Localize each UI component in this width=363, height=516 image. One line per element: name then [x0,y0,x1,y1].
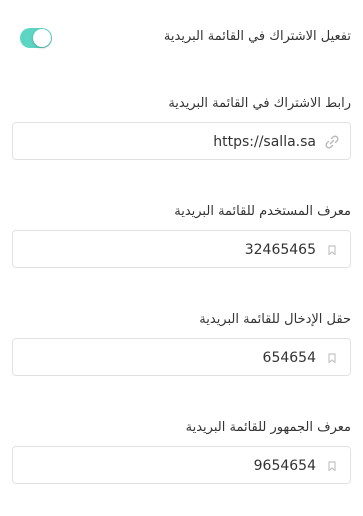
user-id-label: معرف المستخدم للقائمة البريدية [174,204,351,219]
link-icon [324,134,340,150]
subscription-link-label: رابط الاشتراك في القائمة البريدية [168,96,351,111]
user-id-value: 32465465 [244,242,316,258]
user-id-input[interactable]: 32465465 [12,230,351,268]
subscription-link-value: https://salla.sa [213,134,316,150]
toggle-knob [33,29,51,47]
audience-id-input[interactable]: 9654654 [12,446,351,484]
subscription-link-input[interactable]: https://salla.sa [12,122,351,160]
bookmark-icon [324,350,340,366]
bookmark-icon [324,458,340,474]
audience-id-value: 9654654 [253,458,316,474]
audience-id-label: معرف الجمهور للقائمة البريدية [185,420,351,435]
input-field-value: 654654 [262,350,316,366]
input-field-input[interactable]: 654654 [12,338,351,376]
subscription-toggle[interactable] [20,28,52,48]
subscription-toggle-label: تفعيل الاشتراك في القائمة البريدية [163,29,351,44]
bookmark-icon [324,242,340,258]
mailing-list-toggle-row: تفعيل الاشتراك في القائمة البريدية [12,24,351,52]
input-field-label: حقل الإدخال للقائمة البريدية [199,312,351,327]
mailing-list-settings: تفعيل الاشتراك في القائمة البريدية رابط … [0,0,363,516]
